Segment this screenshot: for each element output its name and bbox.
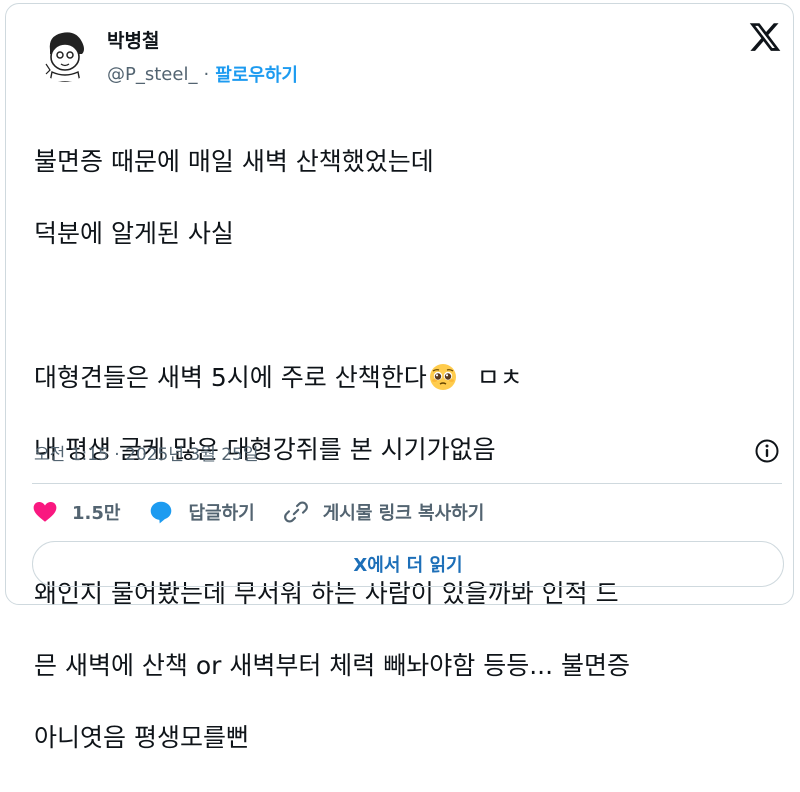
tweet-line: 아니엿음 평생모를뻔 [34,723,249,752]
separator-dot: · [203,63,210,85]
pleading-face-icon [429,364,456,390]
tweet-line: 덕분에 알게된 사실 [34,219,234,248]
author-name[interactable]: 박병철 [107,26,159,53]
divider [32,483,782,484]
like-count: 1.5만 [72,503,121,524]
tweet-timestamp[interactable]: 오전 1:15 · 2025년 3월 25일 [34,440,259,465]
tweet-line-with-emoji: 대형견들은 새벽 5시에 주로 산책한다 ㅁㅊ [34,360,784,396]
heart-icon [33,502,57,522]
author-handle-row: @P_steel_ · 팔로우하기 [107,61,298,87]
info-icon[interactable] [754,438,780,464]
author-handle[interactable]: @P_steel_ [107,64,197,85]
avatar[interactable] [36,24,94,82]
reply-button[interactable]: 답글하기 [148,499,255,525]
copy-link-label: 게시물 링크 복사하기 [322,503,485,524]
tweet-line: 믄 새벽에 산책 or 새벽부터 체력 빼놔야함 등등... 불면증 [34,651,630,680]
tweet-line: 불면증 때문에 매일 새벽 산책했었는데 [34,147,434,176]
read-more-on-x-button[interactable]: X에서 더 읽기 [32,541,784,587]
reply-label: 답글하기 [188,503,255,524]
x-logo-icon[interactable] [748,20,782,54]
tweet-line-text: 대형견들은 새벽 5시에 주로 산책한다 [34,363,427,392]
tweet-line-suffix: ㅁㅊ [476,363,523,392]
copy-link-button[interactable]: 게시물 링크 복사하기 [283,499,485,525]
tweet-card: 박병철 @P_steel_ · 팔로우하기 불면증 때문에 매일 새벽 산책했었… [5,3,794,752]
like-button[interactable]: 1.5만 [32,499,120,525]
link-icon [283,501,308,523]
follow-button[interactable]: 팔로우하기 [215,61,298,87]
action-bar: 1.5만 답글하기 게시물 링크 복사하기 [32,496,512,528]
tweet-line [34,288,784,324]
reply-bubble-icon [151,501,172,524]
